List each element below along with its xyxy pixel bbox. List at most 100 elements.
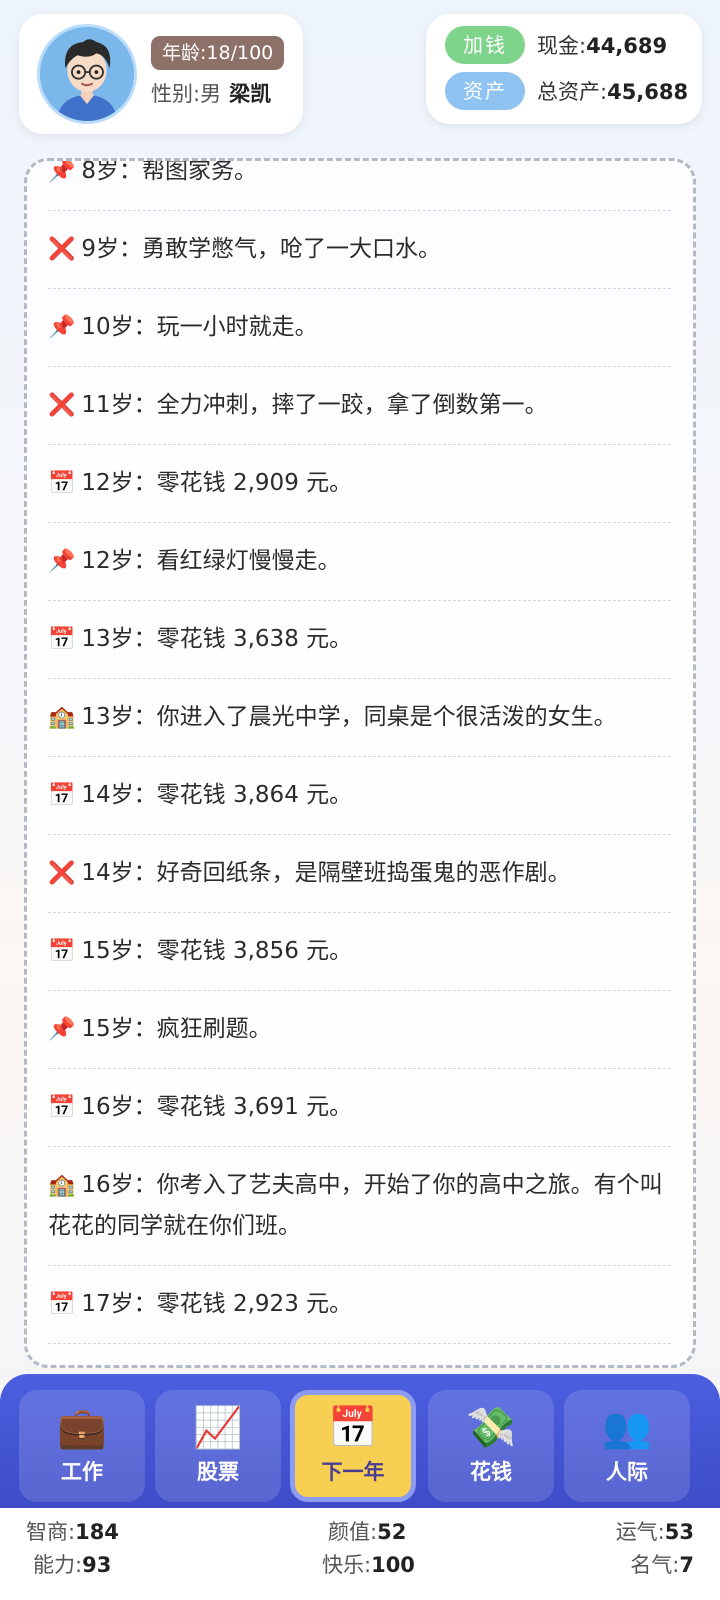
stat-ability-label: 能力: (33, 1553, 83, 1577)
nav-button-label: 人际 (606, 1460, 648, 1484)
nav-button-label: 花钱 (470, 1460, 512, 1484)
assets-row: 资产 总资产:45,688 (445, 72, 688, 110)
nav-button-0[interactable]: 💼 工作 (19, 1390, 145, 1502)
stat-looks-label: 颜值: (328, 1520, 378, 1544)
add-money-button[interactable]: 加钱 (445, 26, 525, 64)
avatar-boy-icon (40, 27, 134, 121)
log-entry: ❌ 11岁：全力冲刺，摔了一跤，拿了倒数第一。 (48, 367, 671, 445)
log-entry: 📅 15岁：零花钱 3,856 元。 (48, 913, 671, 991)
profile-card: 年龄:18/100 性别:男 梁凯 (19, 14, 303, 134)
briefcase-icon: 💼 (57, 1405, 107, 1451)
stat-luck-value: 53 (664, 1520, 694, 1544)
log-entry-icon: 📅 (48, 939, 76, 964)
life-log-list: 📌 8岁：帮图家务。 ❌ 9岁：勇敢学憋气，呛了一大口水。 📌 10岁：玩一小时就走。 ❌ 1… (48, 158, 671, 1365)
log-entry-icon: 📅 (48, 783, 76, 808)
total-assets-value: 45,688 (607, 80, 689, 104)
log-entry-text: 15岁：疯狂刷题。 (81, 1016, 272, 1042)
stat-luck-label: 运气: (615, 1520, 665, 1544)
stat-ability: 能力:93 (33, 1549, 111, 1579)
nav-button-label: 工作 (61, 1460, 103, 1484)
log-entry: 🏫 16岁：你考入了艺夫高中，开始了你的高中之旅。有个叫花花的同学就在你们班。 (48, 1147, 671, 1266)
log-entry-icon: 📌 (48, 549, 76, 574)
log-entry: 📌 12岁：看红绿灯慢慢走。 (48, 523, 671, 601)
log-entry-icon: 📅 (48, 1292, 76, 1317)
stat-luck: 运气:53 (616, 1516, 694, 1546)
log-entry-icon: 📌 (48, 159, 76, 184)
log-entry-text: 16岁：你考入了艺夫高中，开始了你的高中之旅。有个叫花花的同学就在你们班。 (48, 1172, 663, 1239)
log-entry: 📌 15岁：疯狂刷题。 (48, 991, 671, 1069)
cash-value: 44,689 (586, 34, 668, 58)
total-assets-display: 总资产:45,688 (537, 76, 688, 106)
log-entry-text: 13岁：你进入了晨光中学，同桌是个很活泼的女生。 (81, 704, 617, 730)
log-entry: 📅 12岁：零花钱 2,909 元。 (48, 445, 671, 523)
log-entry-icon: ❌ (48, 237, 76, 262)
log-entry: 🏫 13岁：你进入了晨光中学，同桌是个很活泼的女生。 (48, 679, 671, 757)
nav-button-label: 下一年 (321, 1460, 385, 1484)
log-entry: 📌 8岁：帮图家务。 (48, 158, 671, 211)
log-entry-icon: 📅 (48, 1095, 76, 1120)
gender-label: 性别:男 (151, 82, 222, 106)
stats-panel: 智商:184 颜值:52 运气:53 能力:93 快乐:100 名气:7 (0, 1508, 720, 1600)
log-entry-text: 12岁：零花钱 2,909 元。 (81, 470, 353, 496)
log-entry-text: 11岁：全力冲刺，摔了一跤，拿了倒数第一。 (81, 392, 548, 418)
age-badge: 年龄:18/100 (151, 36, 285, 70)
stat-iq-label: 智商: (26, 1520, 76, 1544)
chart-up-icon: 📈 (193, 1405, 243, 1451)
log-entry-icon: 📌 (48, 1017, 76, 1042)
log-entry: 📅 14岁：零花钱 3,864 元。 (48, 757, 671, 835)
nav-button-label: 股票 (197, 1460, 239, 1484)
stat-happiness-label: 快乐: (322, 1553, 372, 1577)
log-entry-icon: 📅 (48, 471, 76, 496)
log-entry-text: 17岁：零花钱 2,923 元。 (81, 1291, 353, 1317)
log-entry-icon: 🏫 (48, 705, 76, 730)
stat-happiness: 快乐:100 (322, 1549, 415, 1579)
log-entry-text: 13岁：零花钱 3,638 元。 (81, 626, 353, 652)
nav-button-1[interactable]: 📈 股票 (155, 1390, 281, 1502)
log-entry: ❌ 14岁：好奇回纸条，是隔壁班捣蛋鬼的恶作剧。 (48, 835, 671, 913)
cash-label: 现金: (537, 34, 587, 58)
player-name: 梁凯 (229, 82, 272, 106)
stat-fame-label: 名气: (630, 1553, 680, 1577)
log-entry-icon: ❌ (48, 393, 76, 418)
stat-iq: 智商:184 (26, 1516, 119, 1546)
log-entry-text: 15岁：零花钱 3,856 元。 (81, 938, 353, 964)
log-entry-icon: 🏫 (48, 1173, 76, 1198)
stat-iq-value: 184 (75, 1520, 119, 1544)
log-entry-text: 10岁：玩一小时就走。 (81, 314, 318, 340)
log-entry-text: 14岁：零花钱 3,864 元。 (81, 782, 353, 808)
money-card: 加钱 现金:44,689 资产 总资产:45,688 (426, 14, 702, 124)
log-entry: 📌17岁：点蜡烛聊天。 (48, 1344, 671, 1365)
gender-name-line: 性别:男 梁凯 (151, 78, 271, 108)
log-entry-text: 16岁：零花钱 3,691 元。 (81, 1094, 353, 1120)
log-entry-icon: ❌ (48, 861, 76, 886)
log-entry-text: 8岁：帮图家务。 (81, 158, 258, 184)
log-entry-text: 14岁：好奇回纸条，是隔壁班捣蛋鬼的恶作剧。 (81, 860, 571, 886)
avatar[interactable] (37, 24, 137, 124)
log-entry-text: 9岁：勇敢学憋气，呛了一大口水。 (81, 236, 442, 262)
bottom-nav: 💼 工作 📈 股票 📅 下一年 💸 花钱 👥 人际 (0, 1374, 720, 1508)
stat-fame-value: 7 (679, 1553, 694, 1577)
log-entry-text: 12岁：看红绿灯慢慢走。 (81, 548, 341, 574)
log-entry: 📌 10岁：玩一小时就走。 (48, 289, 671, 367)
money-wings-icon: 💸 (466, 1405, 516, 1451)
log-entry: 📅 17岁：零花钱 2,923 元。 (48, 1266, 671, 1344)
log-entry-icon: 📌 (48, 315, 76, 340)
people-icon: 👥 (602, 1405, 652, 1451)
stat-fame: 名气:7 (630, 1549, 694, 1579)
nav-button-3[interactable]: 💸 花钱 (428, 1390, 554, 1502)
stat-happiness-value: 100 (371, 1553, 415, 1577)
log-entry: 📅 16岁：零花钱 3,691 元。 (48, 1069, 671, 1147)
life-log-panel[interactable]: 📌 8岁：帮图家务。 ❌ 9岁：勇敢学憋气，呛了一大口水。 📌 10岁：玩一小时就走。 ❌ 1… (24, 158, 696, 1368)
log-entry: ❌ 9岁：勇敢学憋气，呛了一大口水。 (48, 211, 671, 289)
stat-ability-value: 93 (82, 1553, 112, 1577)
cash-display: 现金:44,689 (537, 30, 667, 60)
total-assets-label: 总资产: (537, 80, 608, 104)
calendar-icon: 📅 (328, 1405, 378, 1451)
stat-looks: 颜值:52 (328, 1516, 406, 1546)
cash-row: 加钱 现金:44,689 (445, 26, 667, 64)
nav-button-4[interactable]: 👥 人际 (564, 1390, 690, 1502)
nav-button-2[interactable]: 📅 下一年 (290, 1390, 416, 1502)
assets-button[interactable]: 资产 (445, 72, 525, 110)
log-entry-icon: 📅 (48, 627, 76, 652)
log-entry: 📅 13岁：零花钱 3,638 元。 (48, 601, 671, 679)
